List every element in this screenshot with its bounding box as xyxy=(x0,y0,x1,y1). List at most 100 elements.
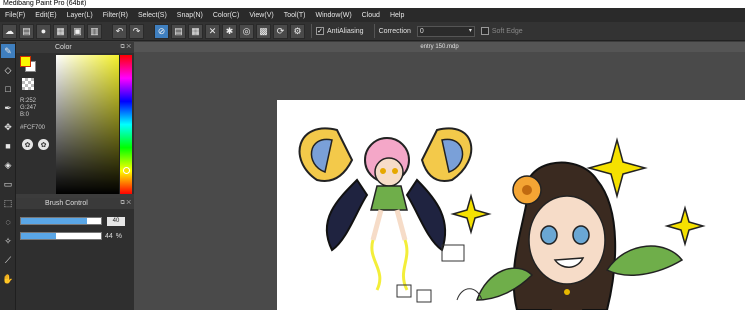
hair-flower-center xyxy=(522,185,532,195)
snap-vanish-icon[interactable]: ▩ xyxy=(256,23,271,39)
color-settings-icon[interactable]: ✿ xyxy=(38,139,49,150)
fg-bg-swatches[interactable] xyxy=(20,56,36,72)
menu-color[interactable]: Color(C) xyxy=(208,12,244,19)
menu-filter[interactable]: Filter(R) xyxy=(98,12,133,19)
app-window: Medibang Paint Pro (64bit) File(F) Edit(… xyxy=(0,0,745,310)
sketch-doodle xyxy=(441,244,465,262)
lower-panel xyxy=(16,248,134,310)
brush-size-fill xyxy=(21,218,87,224)
toolbar-separator xyxy=(311,24,312,38)
shape-tool-icon[interactable]: □ xyxy=(1,82,15,96)
brush-panel-header: Brush Control ⧉ ✕ xyxy=(16,198,134,209)
brush-opacity-slider[interactable] xyxy=(20,232,102,240)
menu-window[interactable]: Window(W) xyxy=(310,12,356,19)
menu-file[interactable]: File(F) xyxy=(0,12,30,19)
hand-tool-icon[interactable]: ✋ xyxy=(1,272,15,286)
green-value: G:247 xyxy=(20,105,37,111)
blue-value: B:0 xyxy=(20,112,30,118)
toolbar: ☁ ▤ ● ▦ ▣ ▥ ↶ ↷ ⊘ ▤ ▦ ✕ ✱ ◎ ▩ ⟳ ⚙ ✓ Anti… xyxy=(0,22,745,41)
snap-rotate-icon[interactable]: ⟳ xyxy=(273,23,288,39)
artwork-illustration xyxy=(298,127,706,310)
fairy-eye xyxy=(392,168,398,174)
fairy-dress xyxy=(370,185,408,211)
chevron-down-icon: ▾ xyxy=(468,27,472,34)
cloud-icon[interactable]: ☁ xyxy=(2,23,17,39)
correction-select[interactable]: 0 ▾ xyxy=(416,25,475,37)
snap-off-icon[interactable]: ⊘ xyxy=(154,23,169,39)
snap-radial-icon[interactable]: ✱ xyxy=(222,23,237,39)
speech-bubble-icon[interactable]: ● xyxy=(36,23,51,39)
foreground-color-swatch[interactable] xyxy=(20,56,31,67)
menu-help[interactable]: Help xyxy=(385,12,409,19)
pen-tool-icon[interactable]: ✒ xyxy=(1,101,15,115)
correction-value: 0 xyxy=(419,27,424,35)
panel-layout-icon[interactable]: ▦ xyxy=(53,23,68,39)
menu-cloud[interactable]: Cloud xyxy=(357,12,385,19)
redo-icon[interactable]: ↷ xyxy=(129,23,144,39)
brush-size-value[interactable]: 40 xyxy=(107,216,125,226)
document-tab[interactable]: entry 150.mdp xyxy=(134,42,745,52)
menu-snap[interactable]: Snap(N) xyxy=(172,12,208,19)
brush-opacity-value[interactable]: 44 xyxy=(105,233,113,240)
rgb-readout: R:252 G:247 B:0 xyxy=(20,98,36,119)
snap-concentric-icon[interactable]: ◎ xyxy=(239,23,254,39)
brush-opacity-unit: % xyxy=(115,232,123,240)
canvas-paper[interactable] xyxy=(277,100,745,310)
fill-rect-tool-icon[interactable]: ■ xyxy=(1,139,15,153)
move-tool-icon[interactable]: ✥ xyxy=(1,120,15,134)
menu-layer[interactable]: Layer(L) xyxy=(62,12,98,19)
color-panel: Color ⧉ ✕ R:252 G:247 B:0 #FCF700 ✿ ✿ xyxy=(16,42,134,194)
brush-size-slider[interactable] xyxy=(20,217,102,225)
fairy-wing xyxy=(405,178,447,252)
soft-edge-label: Soft Edge xyxy=(491,27,523,35)
antialiasing-label: AntiAliasing xyxy=(327,27,364,35)
snap-settings-icon[interactable]: ⚙ xyxy=(290,23,305,39)
soft-edge-checkbox[interactable] xyxy=(480,27,489,35)
hue-slider[interactable] xyxy=(119,55,132,194)
new-file-icon[interactable]: ▤ xyxy=(19,23,34,39)
save-icon[interactable]: ▣ xyxy=(70,23,85,39)
panel-float-close-icon[interactable]: ⧉ ✕ xyxy=(120,44,131,51)
undo-icon[interactable]: ↶ xyxy=(112,23,127,39)
window-title: Medibang Paint Pro (64bit) xyxy=(0,0,745,8)
select-tool-icon[interactable]: ⬚ xyxy=(1,196,15,210)
snap-parallel-icon[interactable]: ▤ xyxy=(171,23,186,39)
leaf xyxy=(605,245,684,276)
gradient-tool-icon[interactable]: ▭ xyxy=(1,177,15,191)
lasso-tool-icon[interactable]: ◌ xyxy=(1,215,15,229)
fairy-face xyxy=(374,157,404,187)
menu-view[interactable]: View(V) xyxy=(244,12,278,19)
tool-column: ✎ ◇ □ ✒ ✥ ■ ◈ ▭ ⬚ ◌ ✧ ⟋ ✋ xyxy=(0,42,16,310)
palette-icon[interactable]: ✿ xyxy=(22,139,33,150)
sparkle-star xyxy=(664,205,706,247)
toolbar-separator xyxy=(373,24,375,38)
transparent-color-swatch[interactable] xyxy=(22,78,34,90)
hex-value: #FCF700 xyxy=(20,125,46,131)
panel-float-close-icon[interactable]: ⧉ ✕ xyxy=(120,200,131,207)
bucket-tool-icon[interactable]: ◈ xyxy=(1,158,15,172)
menu-select[interactable]: Select(S) xyxy=(133,12,172,19)
snap-perspective-icon[interactable]: ✕ xyxy=(205,23,220,39)
magic-wand-tool-icon[interactable]: ✧ xyxy=(1,234,15,248)
menu-tool[interactable]: Tool(T) xyxy=(279,12,311,19)
export-icon[interactable]: ▥ xyxy=(87,23,102,39)
brush-control-panel: Brush Control ⧉ ✕ 40 44 % xyxy=(16,198,134,248)
hue-knob[interactable] xyxy=(123,167,130,174)
brush-tool-icon[interactable]: ✎ xyxy=(1,44,15,58)
girl-eye xyxy=(572,225,590,245)
toolbar-gap xyxy=(146,24,152,39)
menu-bar: File(F) Edit(E) Layer(L) Filter(R) Selec… xyxy=(0,8,745,22)
red-value: R:252 xyxy=(20,98,37,104)
sparkle-star xyxy=(450,193,492,235)
brush-size-row: 40 xyxy=(20,216,125,226)
girl-eye xyxy=(540,225,558,245)
canvas-area[interactable]: entry 150.mdp xyxy=(134,42,745,310)
antialiasing-checkbox[interactable]: ✓ xyxy=(316,27,324,35)
snap-grid-icon[interactable]: ▦ xyxy=(188,23,203,39)
fairy-wing xyxy=(325,178,369,252)
eraser-tool-icon[interactable]: ◇ xyxy=(1,63,15,77)
eyedropper-tool-icon[interactable]: ⟋ xyxy=(1,253,15,267)
menu-edit[interactable]: Edit(E) xyxy=(30,12,61,19)
toolbar-gap xyxy=(104,24,110,39)
girl-face xyxy=(528,195,606,285)
